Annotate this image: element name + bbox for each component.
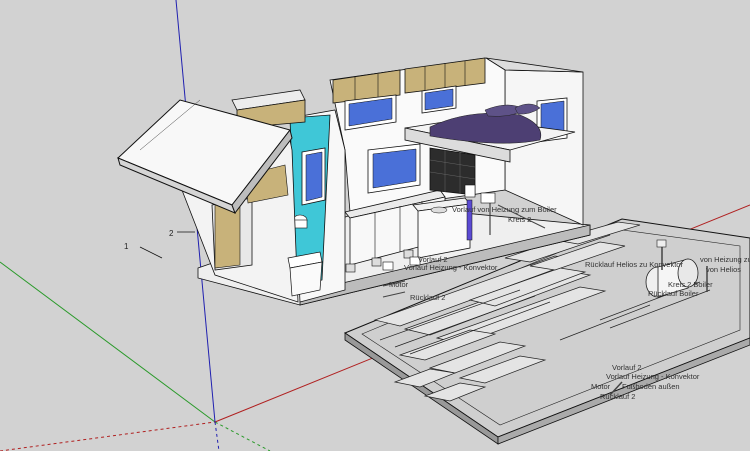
label-von-helios: von Helios <box>706 265 741 274</box>
blue-axis-neg <box>214 421 220 451</box>
label-von-heizung-boiler: von Heizung zum Boiler <box>700 255 750 264</box>
dimension-marks: 1 2 <box>124 229 195 259</box>
label-vorlauf-2-bottom: Vorlauf 2 <box>612 363 642 372</box>
green-axis-neg <box>214 421 271 451</box>
model-scene[interactable]: 1 2 Vorlauf von Heizung zum Boiler Kreis… <box>0 0 750 451</box>
label-ruecklauf-2-bottom: Rücklauf 2 <box>600 392 635 401</box>
label-vorlauf-heizung-boiler: Vorlauf von Heizung zum Boiler <box>452 205 557 214</box>
label-fussboden-aussen: Fußboden außen <box>622 382 680 391</box>
dimension-1: 1 <box>124 242 129 251</box>
label-motor-bottom: Motor <box>591 382 611 391</box>
label-vorlauf-heizung-konvektor-bottom: Vorlauf Heizung - Konvektor <box>606 372 700 381</box>
dimension-2: 2 <box>169 229 174 238</box>
label-vorlauf-2-top: Vorlauf 2 <box>418 255 448 264</box>
label-ruecklauf-boiler: Rücklauf Boiler <box>648 289 699 298</box>
label-kreis-2: Kreis 2 <box>508 215 531 224</box>
label-vorlauf-heizung-konvektor-top: Vorlauf Heizung - Konvektor <box>404 263 498 272</box>
green-axis <box>0 261 216 423</box>
label-kreis-2-boiler: Kreis 2 Boiler <box>668 280 713 289</box>
label-ruecklauf-2-top: Rücklauf 2 <box>410 293 445 302</box>
red-axis-neg <box>0 421 216 451</box>
3d-viewport[interactable]: 1 2 Vorlauf von Heizung zum Boiler Kreis… <box>0 0 750 451</box>
label-ruecklauf-helios: Rücklauf Helios zu Konvektor <box>585 260 683 269</box>
label-motor-top: Motor <box>389 280 409 289</box>
